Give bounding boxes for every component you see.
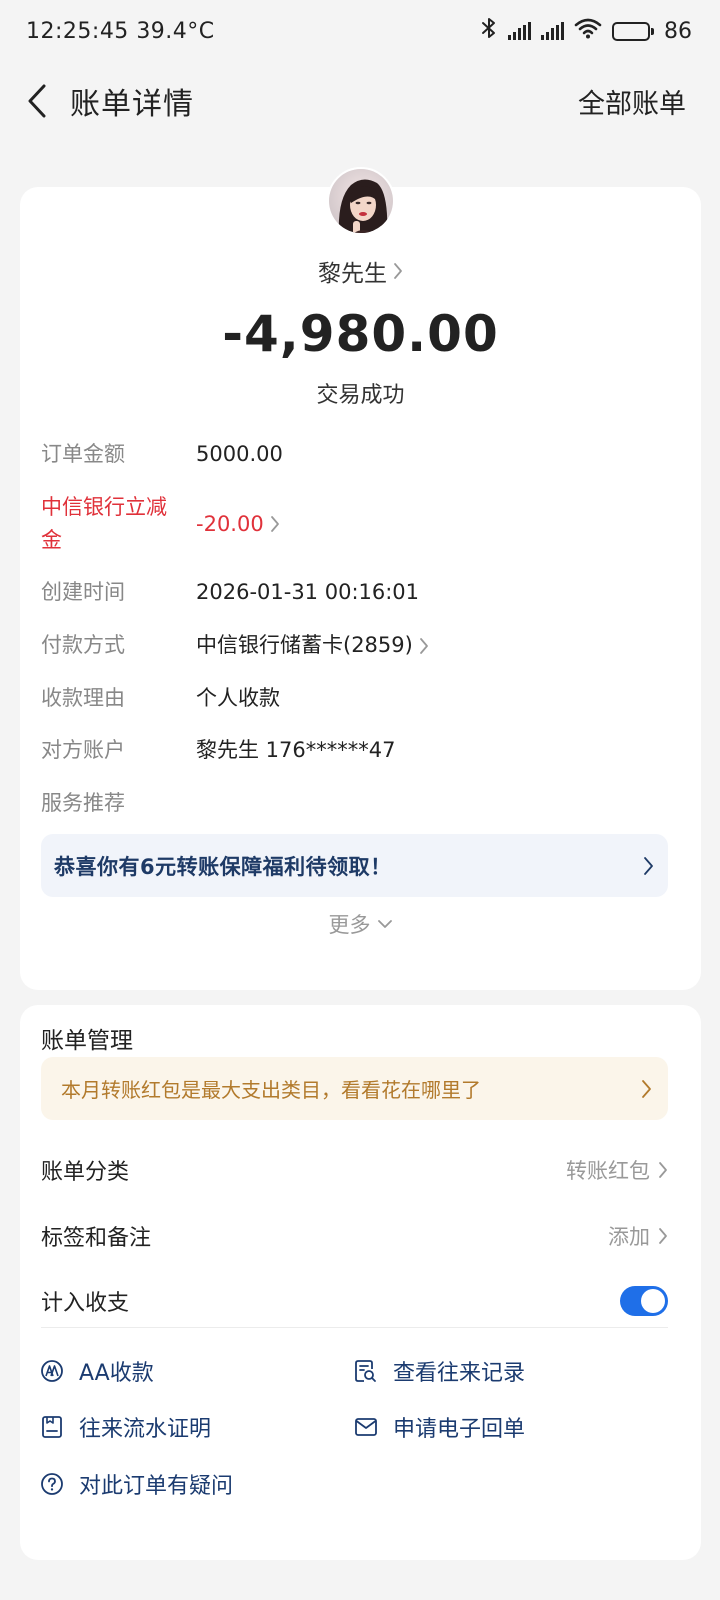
detail-label: 收款理由 [41,686,125,710]
chevron-right-icon [643,856,654,876]
detail-row-created-time: 创建时间 2026-01-31 00:16:01 [41,576,681,609]
e-receipt-button[interactable]: 申请电子回单 [353,1411,525,1443]
battery-icon [612,21,654,41]
detail-label: 对方账户 [41,738,125,762]
detail-row-payment-method[interactable]: 付款方式 中信银行储蓄卡(2859) [41,629,681,662]
status-temperature: 39.4°C [136,18,215,44]
chevron-right-icon [658,1161,668,1179]
transaction-card: 黎先生 -4,980.00 交易成功 订单金额 5000.00 中信银行立减金 … [20,167,701,990]
signal-icon [508,22,531,40]
spending-banner-text: 本月转账红包是最大支出类目，看看花在哪里了 [61,1078,481,1102]
back-arrow-icon[interactable] [22,83,52,119]
detail-label: 服务推荐 [41,791,125,815]
all-bills-link[interactable]: 全部账单 [578,82,686,121]
section-title: 账单管理 [41,1028,133,1054]
chevron-down-icon [377,918,393,930]
status-bar: 12:25:45 39.4°C 86 [0,0,720,62]
bluetooth-icon [480,16,498,46]
action-label: 往来流水证明 [79,1417,212,1442]
nav-left: 账单详情 [22,79,194,123]
promo-text: 恭喜你有6元转账保障福利待领取！ [54,854,392,879]
transaction-status: 交易成功 [316,383,405,408]
tag-note-value: 添加 [608,1225,650,1249]
detail-value: -20.00 [196,491,280,557]
bill-category-row[interactable]: 账单分类 转账红包 [41,1150,668,1190]
action-label: AA收款 [79,1361,154,1386]
payee-avatar[interactable] [327,167,395,235]
aa-icon [39,1358,65,1384]
action-label: 查看往来记录 [393,1361,526,1386]
divider [41,1327,668,1328]
signal-icon-2 [541,22,564,40]
chevron-right-icon [270,515,280,533]
detail-row-discount[interactable]: 中信银行立减金 -20.00 [41,491,681,557]
order-question-button[interactable]: 对此订单有疑问 [39,1468,233,1500]
chevron-right-icon [641,1079,652,1099]
mail-icon [353,1414,379,1440]
document-icon [39,1414,65,1440]
detail-value: 个人收款 [196,686,280,710]
battery-percent: 86 [664,18,692,44]
nav-bar: 账单详情 全部账单 [0,68,720,134]
status-right: 86 [480,16,692,46]
detail-label: 创建时间 [41,580,125,604]
payee-row[interactable]: 黎先生 [20,254,701,288]
payment-method-value: 中信银行储蓄卡(2859) [196,633,413,657]
promo-banner[interactable]: 恭喜你有6元转账保障福利待领取！ [41,834,668,897]
count-in-toggle[interactable] [620,1286,668,1316]
wifi-icon [574,17,602,45]
status-left: 12:25:45 39.4°C [26,19,215,44]
action-label: 申请电子回单 [393,1417,526,1442]
spending-banner[interactable]: 本月转账红包是最大支出类目，看看花在哪里了 [41,1057,668,1120]
view-history-button[interactable]: 查看往来记录 [353,1355,525,1387]
detail-row-service: 服务推荐 [41,787,681,820]
page-title: 账单详情 [70,87,194,122]
more-toggle[interactable]: 更多 [20,909,701,939]
chevron-right-icon [393,262,403,280]
transaction-amount: -4,980.00 [222,305,499,363]
discount-value: -20.00 [196,511,264,536]
question-icon [39,1471,65,1497]
setting-value: 添加 [608,1221,668,1251]
category-value: 转账红包 [566,1159,650,1183]
chevron-right-icon [658,1227,668,1245]
setting-label: 账单分类 [41,1160,130,1185]
detail-value: 5000.00 [196,442,283,466]
detail-value: 中信银行储蓄卡(2859) [196,629,429,662]
detail-row-order-amount: 订单金额 5000.00 [41,438,681,471]
tag-note-row[interactable]: 标签和备注 添加 [41,1216,668,1256]
chevron-right-icon [419,637,429,655]
flow-statement-button[interactable]: 往来流水证明 [39,1411,211,1443]
detail-row-counterparty: 对方账户 黎先生 176******47 [41,734,681,767]
status-time: 12:25:45 [26,18,129,44]
aa-collect-button[interactable]: AA收款 [39,1355,154,1387]
history-search-icon [353,1358,379,1384]
count-in-row: 计入收支 [41,1281,668,1321]
setting-value: 转账红包 [566,1155,668,1185]
detail-label: 中信银行立减金 [41,495,167,552]
detail-label: 付款方式 [41,633,125,657]
detail-value: 黎先生 176******47 [196,738,396,762]
detail-label: 订单金额 [41,442,125,466]
detail-value: 2026-01-31 00:16:01 [196,580,420,604]
bill-management-card: 账单管理 本月转账红包是最大支出类目，看看花在哪里了 账单分类 转账红包 标签和… [20,1005,701,1560]
more-label: 更多 [328,913,371,937]
detail-row-reason: 收款理由 个人收款 [41,682,681,715]
setting-label: 标签和备注 [41,1226,152,1251]
action-label: 对此订单有疑问 [79,1474,234,1499]
toggle-knob [641,1289,665,1313]
payee-name: 黎先生 [318,261,387,287]
setting-label: 计入收支 [41,1291,130,1316]
